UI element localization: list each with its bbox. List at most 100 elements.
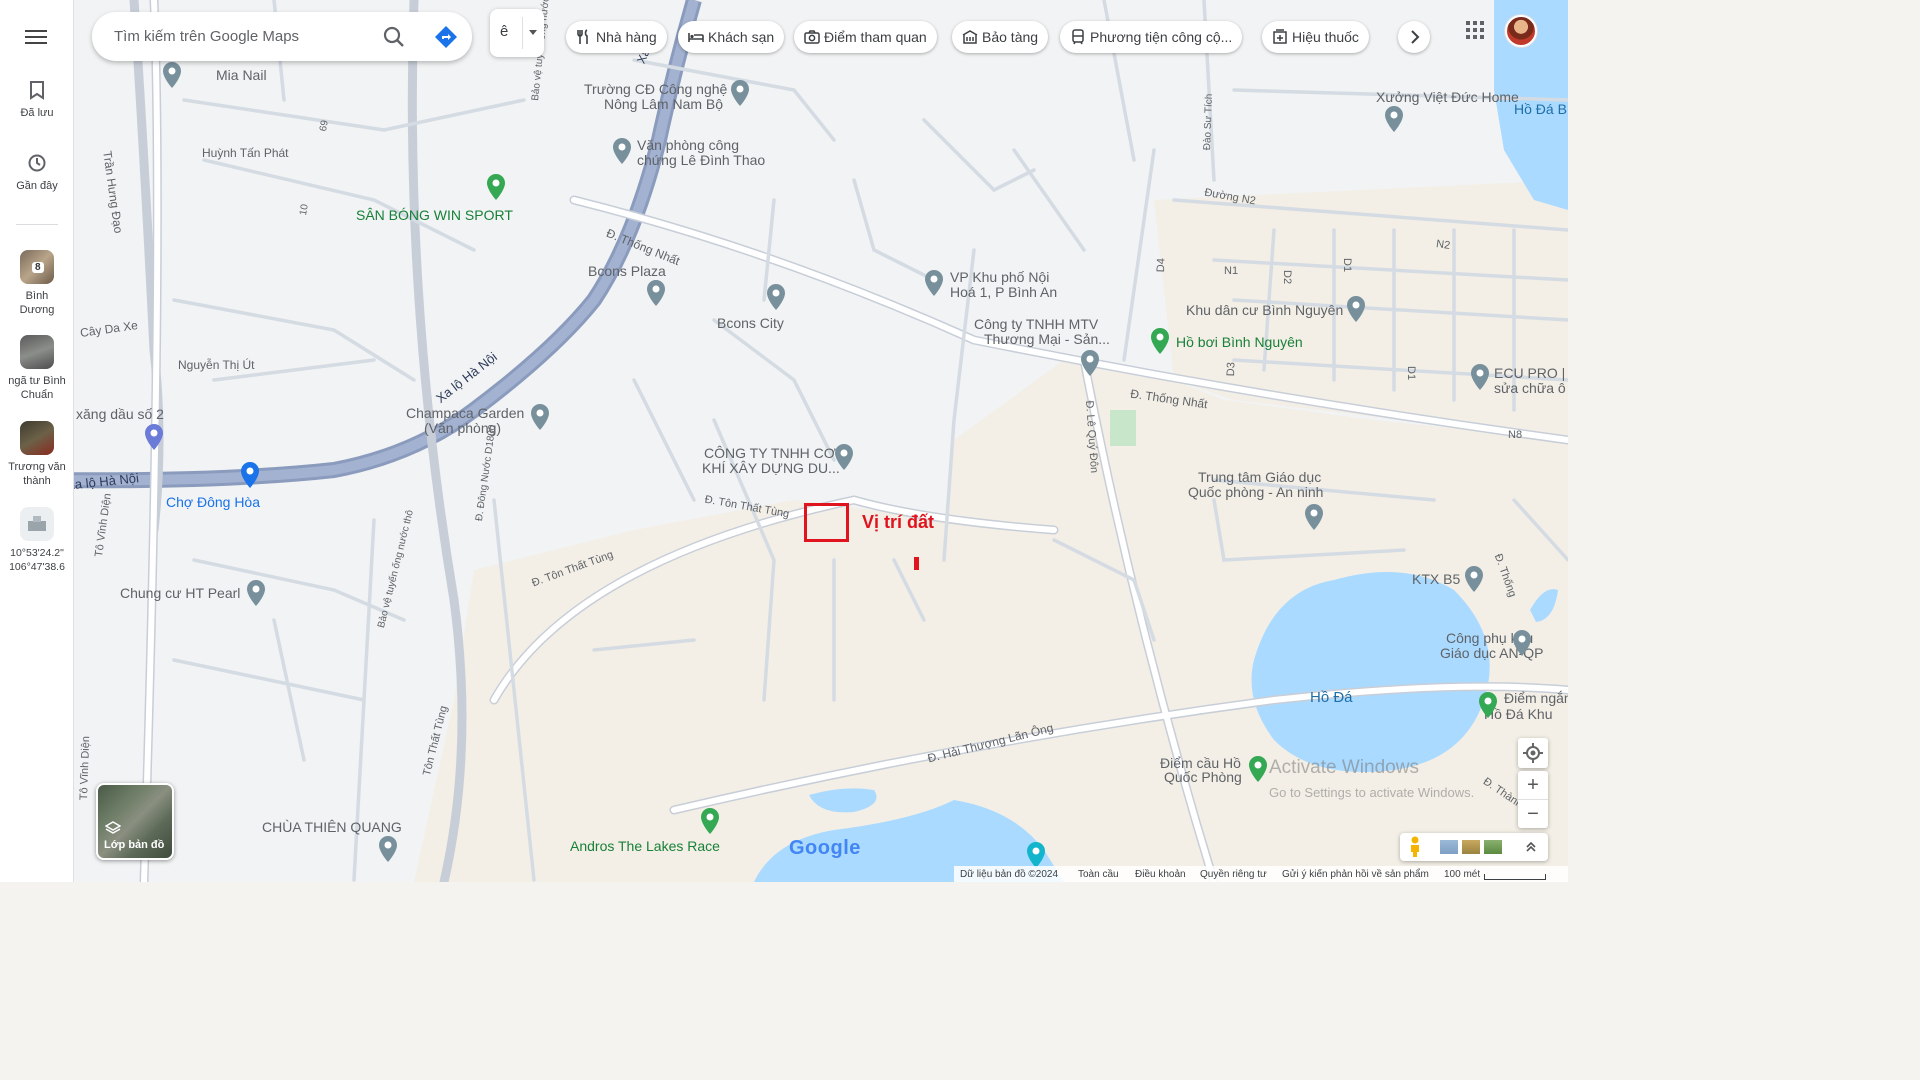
place-label[interactable]: sửa chữa ô (1494, 381, 1566, 396)
place-label[interactable]: Xưởng Việt Đức Home (1376, 90, 1519, 105)
place-label[interactable]: Công ty TNHH MTV (974, 317, 1098, 332)
location-pin-icon[interactable] (766, 284, 786, 310)
place-label[interactable]: CHÙA THIÊN QUANG (262, 820, 402, 835)
place-label[interactable]: CÔNG TY TNHH CƠ (704, 446, 836, 461)
place-label[interactable]: Hồ bơi Bình Nguyên (1176, 335, 1303, 350)
place-label[interactable]: Nông Lâm Nam Bộ (604, 97, 723, 112)
windows-activation-subtitle: Go to Settings to activate Windows. (1269, 785, 1475, 800)
privacy-link[interactable]: Quyền riêng tư (1200, 869, 1267, 880)
terms-link[interactable]: Điều khoản (1135, 869, 1186, 880)
location-pin-icon[interactable] (1470, 364, 1490, 390)
chip-attractions[interactable]: Điểm tham quan (794, 21, 937, 53)
my-location-button[interactable] (1518, 738, 1548, 768)
chip-restaurants[interactable]: Nhà hàng (566, 21, 667, 53)
street-label: N2 (1435, 238, 1451, 252)
imagery-thumbnail[interactable] (1440, 840, 1458, 854)
location-pin-icon[interactable] (924, 270, 944, 296)
global-link[interactable]: Toàn cầu (1078, 869, 1119, 880)
place-label[interactable]: KHÍ XÂY DỰNG DU... (702, 461, 840, 476)
place-label[interactable]: KTX B5 (1412, 572, 1460, 587)
place-label[interactable]: Bcons City (717, 316, 784, 331)
location-pin-icon[interactable] (1080, 350, 1100, 376)
feedback-link[interactable]: Gửi ý kiến phản hồi về sản phẩm (1282, 869, 1429, 880)
search-icon[interactable] (381, 24, 407, 50)
chips-next-button[interactable] (1398, 21, 1430, 53)
location-pin-icon[interactable] (246, 580, 266, 606)
location-pin-icon[interactable] (1346, 296, 1366, 322)
gas-station-pin-icon[interactable] (144, 424, 164, 450)
location-pin-icon[interactable] (530, 404, 550, 430)
location-pin-icon[interactable] (162, 62, 182, 88)
place-label[interactable]: Chợ Đông Hòa (166, 495, 260, 510)
history-item-nga-tu-binh-chuan[interactable]: ngã tư Bình Chuẩn (0, 335, 74, 402)
map-canvas[interactable]: Trần Hưng Đạo Huỳnh Tấn Phát Cây Da Xe N… (74, 0, 1568, 882)
place-label[interactable]: Mia Nail (216, 68, 267, 83)
shopping-pin-icon[interactable] (240, 462, 260, 488)
search-input[interactable] (114, 24, 374, 48)
chevron-down-icon[interactable] (529, 30, 537, 35)
place-label[interactable]: Thương Mại - Sản... (984, 332, 1110, 347)
place-label[interactable]: Champaca Garden (406, 406, 524, 421)
directions-icon[interactable] (433, 24, 459, 50)
map-data-credit[interactable]: Dữ liệu bản đồ ©2024 (960, 869, 1058, 880)
camera-pin-icon[interactable] (1026, 842, 1046, 868)
map-footer: Dữ liệu bản đồ ©2024 Toàn cầu Điều khoản… (954, 866, 1568, 882)
school-pin-icon[interactable] (1304, 504, 1324, 530)
place-label[interactable]: chứng Lê Đình Thao (637, 153, 765, 168)
chip-transit[interactable]: Phương tiện công cộ... (1060, 21, 1243, 53)
input-method-selector[interactable]: ê (490, 9, 544, 57)
school-pin-icon[interactable] (1464, 566, 1484, 592)
apps-grid-icon[interactable] (1466, 21, 1486, 41)
place-label[interactable]: Bcons Plaza (588, 264, 666, 279)
history-item-truong-van-thanh[interactable]: Trương văn thành (0, 421, 74, 488)
chevron-up-icon[interactable] (1524, 840, 1538, 854)
place-label[interactable]: Điểm ngắm (1504, 691, 1568, 706)
place-label[interactable]: ECU PRO | (1494, 366, 1565, 381)
chip-label: Nhà hàng (596, 29, 657, 45)
left-sidebar: Đã lưu Gần đây 8 Bình Dương ngã tư Bình … (0, 0, 74, 882)
scale-label[interactable]: 100 mét (1444, 869, 1480, 880)
zoom-in-button[interactable]: + (1518, 771, 1548, 799)
place-label[interactable]: Chung cư HT Pearl (120, 586, 240, 601)
pegman-icon[interactable] (1408, 836, 1422, 858)
lake-label[interactable]: Hồ Đá B (1514, 102, 1567, 117)
place-label[interactable]: Văn phòng công (637, 138, 739, 153)
park-pin-icon[interactable] (700, 808, 720, 834)
park-pin-icon[interactable] (1248, 756, 1268, 782)
chip-hotels[interactable]: Khách sạn (678, 21, 785, 53)
school-pin-icon[interactable] (1512, 630, 1532, 656)
imagery-thumbnail[interactable] (1462, 840, 1480, 854)
park-pin-icon[interactable] (1478, 692, 1498, 718)
location-pin-icon[interactable] (834, 444, 854, 470)
lake-label[interactable]: Hồ Đá (1310, 690, 1353, 705)
place-label[interactable]: xăng dầu số 2 (76, 407, 164, 422)
location-pin-icon[interactable] (1384, 106, 1404, 132)
place-label[interactable]: Hoá 1, P Bình An (950, 285, 1057, 300)
place-label[interactable]: Trường CĐ Công nghệ (584, 82, 727, 97)
chip-pharmacies[interactable]: Hiệu thuốc (1262, 21, 1369, 53)
place-label[interactable]: Quốc phòng - An ninh (1188, 485, 1323, 500)
place-label[interactable]: (Văn phòng) (424, 421, 501, 436)
place-label[interactable]: Quốc Phòng (1164, 770, 1242, 785)
place-label[interactable]: Andros The Lakes Race (570, 839, 720, 854)
history-item-binh-duong[interactable]: 8 Bình Dương (0, 250, 74, 317)
recent-button[interactable]: Gần đây (0, 153, 74, 193)
menu-icon[interactable] (24, 26, 48, 48)
zoom-out-button[interactable]: − (1518, 799, 1548, 827)
location-pin-icon[interactable] (612, 138, 632, 164)
place-label[interactable]: Trung tâm Giáo dục (1198, 470, 1321, 485)
account-avatar[interactable] (1505, 15, 1537, 47)
saved-button[interactable]: Đã lưu (0, 80, 74, 120)
place-label[interactable]: VP Khu phố Nội (950, 270, 1049, 285)
imagery-thumbnail[interactable] (1484, 840, 1502, 854)
park-pin-icon[interactable] (486, 174, 506, 200)
history-item-coordinates[interactable]: 10°53'24.2" 106°47'38.6 (0, 507, 74, 574)
place-label[interactable]: Khu dân cư Bình Nguyên (1186, 303, 1343, 318)
temple-pin-icon[interactable] (378, 836, 398, 862)
location-pin-icon[interactable] (646, 280, 666, 306)
swimming-pin-icon[interactable] (1150, 328, 1170, 354)
map-layers-button[interactable]: Lớp bản đồ (96, 783, 174, 860)
school-pin-icon[interactable] (730, 80, 750, 106)
chip-museums[interactable]: Bảo tàng (952, 21, 1049, 53)
place-label[interactable]: SÂN BÓNG WIN SPORT (356, 208, 513, 223)
